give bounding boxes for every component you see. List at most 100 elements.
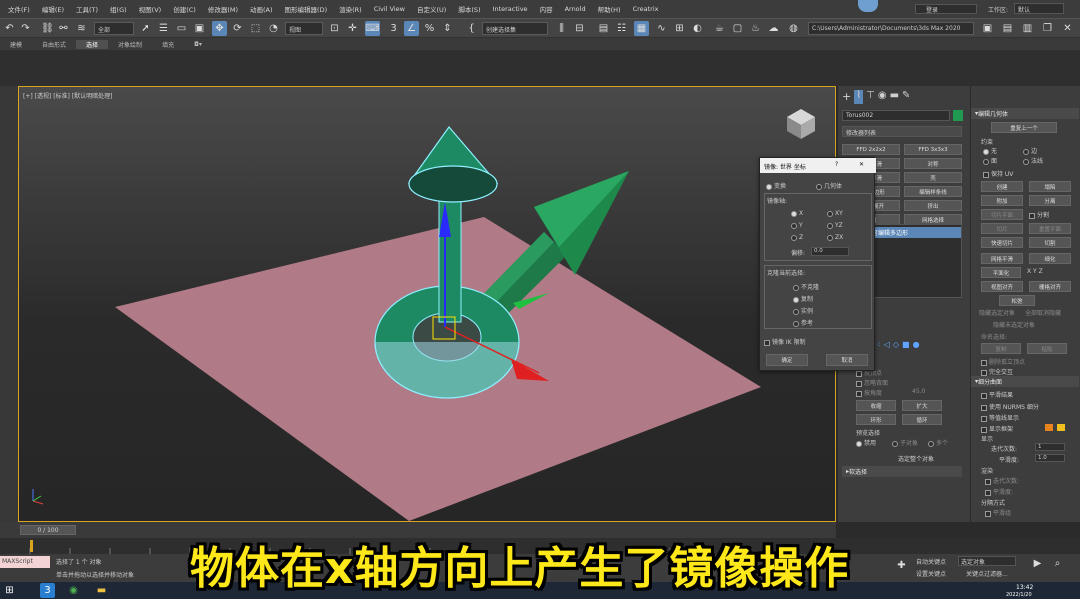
menu-modifiers[interactable]: 修改器(M) — [202, 4, 244, 14]
set-key-button[interactable]: 设置关键点 — [916, 569, 946, 578]
menu-content[interactable]: 内容 — [534, 4, 559, 14]
vertex-icon[interactable]: ⁖ — [876, 340, 881, 349]
planar-xyz-buttons[interactable]: X Y Z — [1027, 268, 1043, 275]
rendered-frame-icon[interactable]: ▢ — [730, 21, 745, 36]
select-rotate-icon[interactable]: ⟳ — [230, 21, 245, 36]
symmetry-button[interactable]: 对称 — [904, 158, 962, 169]
unlink-icon[interactable]: ⚯ — [56, 21, 71, 36]
menu-file[interactable]: 文件(F) — [2, 4, 36, 14]
motion-tab-icon[interactable]: ◉ — [878, 90, 887, 104]
tab-freeform[interactable]: 自由形式 — [32, 40, 76, 49]
named-selection-dropdown[interactable]: 创建选择集 — [482, 22, 548, 35]
by-angle-checkbox[interactable]: 按角度 — [856, 388, 882, 397]
bind-space-warp-icon[interactable]: ≋ — [74, 21, 89, 36]
tab-selection[interactable]: 选择 — [76, 39, 109, 49]
unhide-all-button[interactable]: 全部取消隐藏 — [1025, 308, 1061, 317]
start-icon[interactable]: ⊞ — [2, 583, 17, 598]
transform-radio[interactable]: 变换 — [766, 181, 786, 190]
render-iterations-checkbox[interactable]: 迭代次数: — [985, 476, 1019, 485]
slice-plane-button[interactable]: 切片平面 — [981, 209, 1023, 220]
menu-scripting[interactable]: 脚本(S) — [452, 4, 486, 14]
axis-xy-radio[interactable]: XY — [827, 210, 843, 217]
render-smoothness-checkbox[interactable]: 平滑度: — [985, 487, 1013, 496]
perspective-viewport[interactable]: [+] [透视] [标准] [默认明暗处理] — [18, 86, 836, 522]
select-by-name-icon[interactable]: ☰ — [156, 21, 171, 36]
geometry-radio[interactable]: 几何体 — [816, 181, 842, 190]
hide-unselected-button[interactable]: 隐藏未选定对象 — [993, 320, 1035, 329]
constraint-edge-radio[interactable]: 边 — [1023, 146, 1037, 155]
selected-key-dropdown[interactable]: 选定对象 — [958, 556, 1016, 566]
select-move-icon[interactable]: ✥ — [212, 21, 227, 36]
window-crossing-icon[interactable]: ▣ — [192, 21, 207, 36]
split-checkbox[interactable]: 分割 — [1029, 210, 1049, 219]
ribbon-toggle-icon[interactable]: ▦ — [634, 21, 649, 36]
relax-button[interactable]: 松弛 — [999, 295, 1035, 306]
display-smoothness-spinner[interactable]: 1.0 — [1035, 454, 1065, 462]
browser-taskbar-icon[interactable]: ◉ — [66, 583, 81, 598]
preview-multi-radio[interactable]: 多个 — [928, 438, 948, 447]
folder-taskbar-icon[interactable]: ▬ — [94, 583, 109, 598]
constraint-none-radio[interactable]: 无 — [983, 146, 997, 155]
keyboard-shortcut-icon[interactable]: ⌨ — [365, 21, 380, 36]
snap-3d-icon[interactable]: 3 — [386, 21, 401, 36]
workspace-dropdown[interactable]: 默认 — [1014, 3, 1064, 14]
full-interactivity-checkbox[interactable]: 完全交互 — [981, 367, 1013, 376]
pivot-center-icon[interactable]: ⊡ — [327, 21, 342, 36]
menu-civil-view[interactable]: Civil View — [368, 5, 411, 13]
set-key-icon[interactable]: ✚ — [894, 558, 909, 573]
menu-create[interactable]: 创建(C) — [167, 4, 202, 14]
menu-creatrix[interactable]: Creatrix — [627, 5, 665, 13]
placement-icon[interactable]: ◔ — [266, 21, 281, 36]
menu-graph-editors[interactable]: 图形编辑器(D) — [279, 4, 334, 14]
menu-customize[interactable]: 自定义(U) — [411, 4, 452, 14]
cancel-button[interactable]: 取消 — [826, 354, 868, 366]
slice-button[interactable]: 切片 — [981, 223, 1023, 234]
time-slider-thumb[interactable]: 0 / 100 — [20, 525, 76, 535]
constraint-normal-radio[interactable]: 法线 — [1023, 156, 1043, 165]
edit-named-selection-icon[interactable]: { — [464, 21, 479, 36]
copy-clone-radio[interactable]: 复制 — [793, 294, 813, 303]
dialog-help-button[interactable]: ? — [835, 161, 838, 168]
detach-button[interactable]: 分离 — [1029, 195, 1071, 206]
render-production-icon[interactable]: ♨ — [748, 21, 763, 36]
3dsmax-taskbar-icon[interactable]: 3 — [40, 583, 55, 598]
spinner-snap-icon[interactable]: ⇕ — [440, 21, 455, 36]
paste-button[interactable]: 粘贴 — [1027, 343, 1067, 354]
menu-edit[interactable]: 编辑(E) — [36, 4, 70, 14]
attach-button[interactable]: 附加 — [981, 195, 1023, 206]
dialog-close-button[interactable]: ✕ — [859, 161, 864, 168]
key-filters-button[interactable]: 关键点过滤器... — [966, 569, 1008, 578]
preserve-uvs-checkbox[interactable]: 保持 UV — [983, 169, 1013, 178]
menu-animation[interactable]: 动画(A) — [244, 4, 279, 14]
reference-coord-dropdown[interactable]: 视图 — [285, 22, 323, 35]
no-clone-radio[interactable]: 不克隆 — [793, 282, 819, 291]
shrink-button[interactable]: 收缩 — [856, 400, 896, 411]
tessellate-button[interactable]: 细化 — [1029, 253, 1071, 264]
delete-isolated-checkbox[interactable]: 删除孤立顶点 — [981, 357, 1025, 366]
stack-item-editable-poly[interactable]: 可编辑多边形 — [869, 227, 961, 238]
edit-geometry-rollout[interactable]: ▾ 编辑几何体 — [971, 108, 1079, 119]
quickslice-button[interactable]: 快速切片 — [981, 237, 1023, 248]
select-object-icon[interactable]: ➚ — [138, 21, 153, 36]
axis-zx-radio[interactable]: ZX — [827, 234, 843, 241]
ffd-2x2x2-button[interactable]: FFD 2x2x2 — [842, 144, 900, 155]
loop-button[interactable]: 循环 — [902, 414, 942, 425]
tab-object-paint[interactable]: 对象绘制 — [108, 40, 152, 49]
menu-tools[interactable]: 工具(T) — [70, 4, 104, 14]
edge-icon[interactable]: ◁ — [884, 340, 890, 349]
render-iterative-icon[interactable]: ☁ — [766, 21, 781, 36]
sign-in-field[interactable]: 登录 — [915, 4, 977, 14]
reference-clone-radio[interactable]: 参考 — [793, 318, 813, 327]
display-tab-icon[interactable]: ▬ — [890, 90, 899, 104]
window-restore-icon[interactable]: ❐ — [1040, 21, 1055, 36]
edit-spline-button[interactable]: 编辑样条线 — [904, 186, 962, 197]
project-folder-icon[interactable]: ▣ — [980, 21, 995, 36]
polygon-icon[interactable]: ■ — [902, 340, 910, 349]
instance-clone-radio[interactable]: 实例 — [793, 306, 813, 315]
axis-yz-radio[interactable]: YZ — [827, 222, 843, 229]
window-close-icon[interactable]: ✕ — [1060, 21, 1075, 36]
constraint-face-radio[interactable]: 面 — [983, 156, 997, 165]
menu-interactive[interactable]: Interactive — [487, 5, 534, 13]
playback-controls-icon[interactable]: ▶ — [1030, 556, 1045, 571]
smooth-result-checkbox[interactable]: 平滑结果 — [981, 390, 1013, 399]
